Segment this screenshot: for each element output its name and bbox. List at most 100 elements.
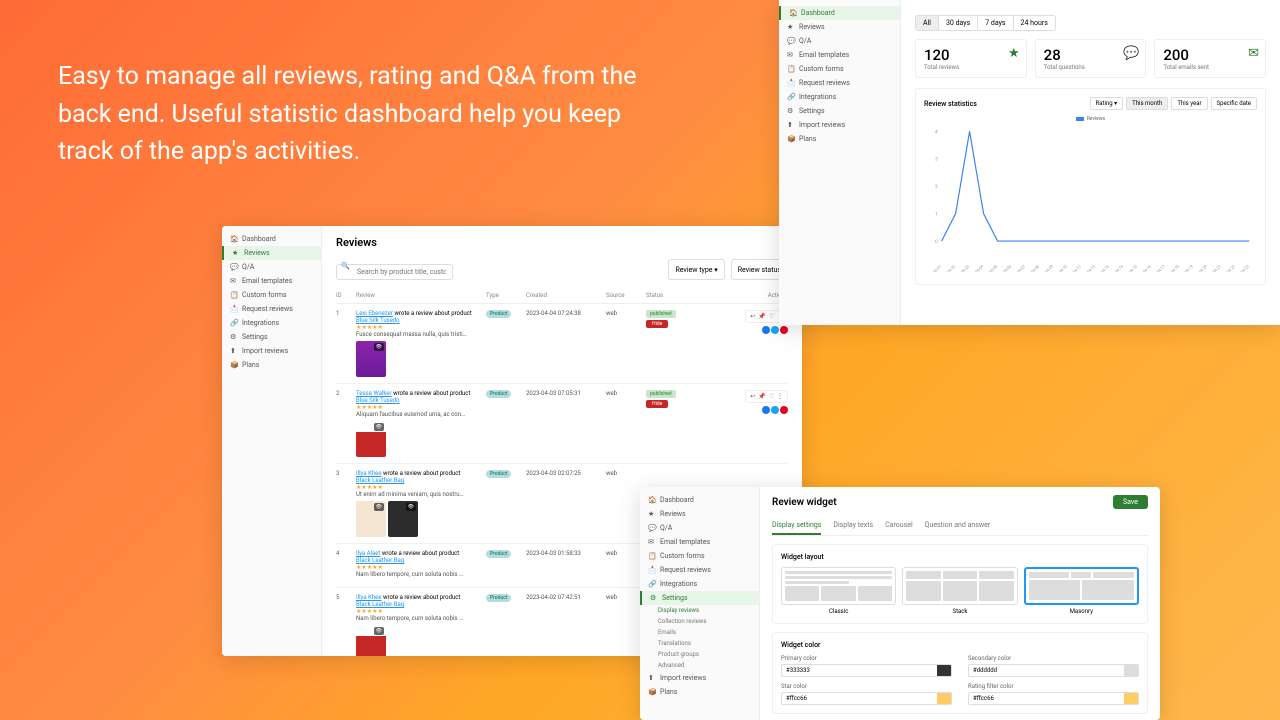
- review-thumbnail[interactable]: 👁: [356, 501, 386, 537]
- sidebar-sub-emails[interactable]: Emails: [640, 627, 759, 638]
- heart-icon[interactable]: ♡: [769, 393, 774, 400]
- tab-question-and-answer[interactable]: Question and answer: [925, 517, 991, 535]
- page-title: Reviews: [336, 236, 788, 249]
- sidebar-item-import-reviews[interactable]: ⬆Import reviews: [222, 344, 321, 358]
- author-link[interactable]: Lexi Ebenezer: [356, 310, 393, 317]
- layout-option-masonry[interactable]: Masonry: [1024, 567, 1139, 615]
- star-rating: ★★★★★: [356, 404, 486, 411]
- sidebar-item-email-templates[interactable]: ✉Email templates: [222, 274, 321, 288]
- color-swatch[interactable]: [1124, 693, 1138, 704]
- search-input[interactable]: [336, 264, 453, 280]
- sidebar-item-request-reviews[interactable]: 📩Request reviews: [640, 563, 759, 577]
- sidebar-item-email-templates[interactable]: ✉Email templates: [640, 535, 759, 549]
- review-thumbnail[interactable]: 👁: [356, 421, 386, 457]
- q/a-icon: 💬: [230, 263, 238, 271]
- plans-icon: 📦: [787, 135, 795, 143]
- tab-display-texts[interactable]: Display texts: [833, 517, 873, 535]
- chart-filter[interactable]: Rating ▾: [1090, 97, 1124, 110]
- author-link[interactable]: Illya Khee: [356, 470, 382, 477]
- sidebar-item-settings[interactable]: ⚙Settings: [640, 591, 759, 605]
- facebook-icon[interactable]: [762, 406, 770, 414]
- sidebar-item-q-a[interactable]: 💬Q/A: [779, 34, 900, 48]
- reply-icon[interactable]: ↩: [750, 313, 755, 320]
- sidebar-item-dashboard[interactable]: 🏠Dashboard: [640, 493, 759, 507]
- sidebar-item-integrations[interactable]: 🔗Integrations: [640, 577, 759, 591]
- facebook-icon[interactable]: [762, 326, 770, 334]
- heart-icon[interactable]: ♡: [769, 313, 774, 320]
- layout-option-classic[interactable]: Classic: [781, 567, 896, 615]
- sidebar-sub-collection-reviews[interactable]: Collection reviews: [640, 616, 759, 627]
- review-thumbnail[interactable]: 👁: [356, 341, 386, 377]
- pinterest-icon[interactable]: [780, 406, 788, 414]
- sidebar-item-dashboard[interactable]: 🏠Dashboard: [779, 6, 900, 20]
- time-filter-7-days[interactable]: 7 days: [978, 16, 1013, 30]
- sidebar-item-dashboard[interactable]: 🏠Dashboard: [222, 232, 321, 246]
- sidebar-item-plans[interactable]: 📦Plans: [640, 685, 759, 699]
- sidebar-item-plans[interactable]: 📦Plans: [222, 358, 321, 372]
- secondary-color-input[interactable]: [969, 665, 1124, 676]
- sidebar-sub-product-groups[interactable]: Product groups: [640, 649, 759, 660]
- hide-button[interactable]: Hide: [646, 320, 668, 328]
- sidebar-item-request-reviews[interactable]: 📩Request reviews: [222, 302, 321, 316]
- sidebar-item-reviews[interactable]: ★Reviews: [640, 507, 759, 521]
- sidebar-item-import-reviews[interactable]: ⬆Import reviews: [640, 671, 759, 685]
- color-swatch[interactable]: [937, 693, 951, 704]
- color-swatch[interactable]: [1124, 665, 1138, 676]
- reply-icon[interactable]: ↩: [750, 393, 755, 400]
- sidebar-item-q-a[interactable]: 💬Q/A: [640, 521, 759, 535]
- sidebar-item-import-reviews[interactable]: ⬆Import reviews: [779, 118, 900, 132]
- hide-button[interactable]: Hide: [646, 400, 668, 408]
- sidebar-item-settings[interactable]: ⚙Settings: [222, 330, 321, 344]
- product-link[interactable]: Black Leather Bag: [356, 601, 486, 608]
- pin-icon[interactable]: 📌: [758, 393, 765, 400]
- primary-color-input[interactable]: [782, 665, 937, 676]
- time-filter-30-days[interactable]: 30 days: [939, 16, 978, 30]
- sidebar-item-custom-forms[interactable]: 📋Custom forms: [779, 62, 900, 76]
- more-icon[interactable]: ⋮: [777, 393, 783, 400]
- sidebar: 🏠Dashboard★Reviews💬Q/A✉Email templates📋C…: [779, 0, 901, 325]
- review-type-filter[interactable]: Review type ▾: [668, 259, 724, 280]
- tab-carousel[interactable]: Carousel: [885, 517, 913, 535]
- layout-option-stack[interactable]: Stack: [902, 567, 1017, 615]
- sidebar-item-q-a[interactable]: 💬Q/A: [222, 260, 321, 274]
- chart-filter[interactable]: This year: [1171, 97, 1207, 110]
- chart-filter[interactable]: Specific date: [1211, 97, 1257, 110]
- sidebar-sub-translations[interactable]: Translations: [640, 638, 759, 649]
- time-filter-all[interactable]: All: [916, 16, 939, 30]
- time-filter: All30 days7 days24 hours: [915, 15, 1056, 31]
- product-link[interactable]: Blue Silk Tuxedo: [356, 317, 486, 324]
- pin-icon[interactable]: 📌: [758, 313, 765, 320]
- author-link[interactable]: Ilya Alaet: [356, 550, 380, 557]
- product-link[interactable]: Black Leather Bag: [356, 477, 486, 484]
- twitter-icon[interactable]: [771, 326, 779, 334]
- sidebar-item-custom-forms[interactable]: 📋Custom forms: [640, 549, 759, 563]
- sidebar-item-email-templates[interactable]: ✉Email templates: [779, 48, 900, 62]
- author-link[interactable]: Tessa Walker: [356, 390, 392, 397]
- product-link[interactable]: Blue Silk Tuxedo: [356, 397, 486, 404]
- sidebar-item-reviews[interactable]: ★Reviews: [779, 20, 900, 34]
- import reviews-icon: ⬆: [787, 121, 795, 129]
- pinterest-icon[interactable]: [780, 326, 788, 334]
- sidebar-item-request-reviews[interactable]: 📩Request reviews: [779, 76, 900, 90]
- sidebar-sub-display-reviews[interactable]: Display reviews: [640, 605, 759, 616]
- sidebar-item-reviews[interactable]: ★Reviews: [222, 246, 321, 260]
- star-color-input[interactable]: [782, 693, 937, 704]
- save-button[interactable]: Save: [1113, 495, 1148, 509]
- filter-color-input[interactable]: [969, 693, 1124, 704]
- review-thumbnail[interactable]: 👁: [356, 625, 386, 656]
- twitter-icon[interactable]: [771, 406, 779, 414]
- time-filter-24-hours[interactable]: 24 hours: [1014, 16, 1055, 30]
- sidebar-sub-advanced[interactable]: Advanced: [640, 660, 759, 671]
- sidebar-item-integrations[interactable]: 🔗Integrations: [222, 316, 321, 330]
- sidebar-item-custom-forms[interactable]: 📋Custom forms: [222, 288, 321, 302]
- sidebar-item-plans[interactable]: 📦Plans: [779, 132, 900, 146]
- author-link[interactable]: Illya Khee: [356, 594, 382, 601]
- chart-filter[interactable]: This month: [1126, 97, 1168, 110]
- product-link[interactable]: Black Leather Bag: [356, 557, 486, 564]
- integrations-icon: 🔗: [648, 580, 656, 588]
- sidebar-item-settings[interactable]: ⚙Settings: [779, 104, 900, 118]
- tab-display-settings[interactable]: Display settings: [772, 517, 821, 535]
- sidebar-item-integrations[interactable]: 🔗Integrations: [779, 90, 900, 104]
- color-swatch[interactable]: [937, 665, 951, 676]
- review-thumbnail[interactable]: 👁: [388, 501, 418, 537]
